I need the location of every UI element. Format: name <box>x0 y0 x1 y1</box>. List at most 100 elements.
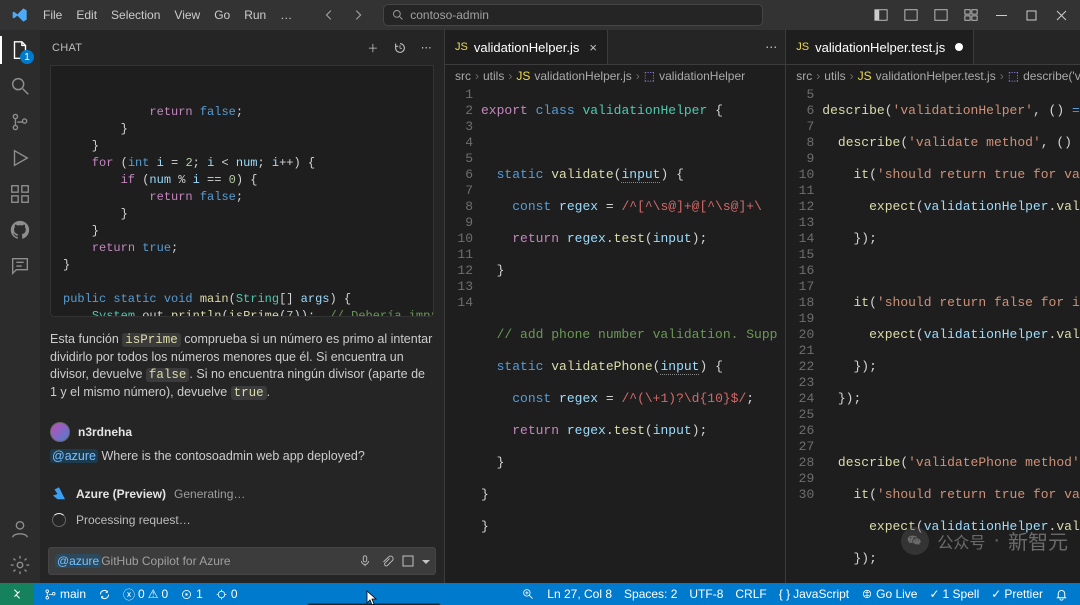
chat-header: CHAT ＋ ⋯ <box>40 30 444 65</box>
processing-row: Processing request… <box>52 513 434 527</box>
tabs-2: JS validationHelper.test.js ⋯ <box>786 30 1080 65</box>
status-zoom[interactable] <box>516 588 541 601</box>
chat-panel: CHAT ＋ ⋯ return false; } } for (int i = … <box>40 30 445 583</box>
nav-arrows <box>323 8 365 22</box>
tab-label: validationHelper.js <box>474 40 580 55</box>
watermark: 公众号 · 新智元 <box>901 526 1068 555</box>
input-placeholder: GitHub Copilot for Azure <box>101 554 230 568</box>
chat-more-icon[interactable]: ⋯ <box>421 41 432 54</box>
badge-files: 1 <box>20 50 34 64</box>
status-language[interactable]: { } JavaScript <box>773 587 855 601</box>
menu-edit[interactable]: Edit <box>69 0 104 30</box>
breadcrumb-2[interactable]: src› utils› JSvalidationHelper.test.js› … <box>786 65 1080 87</box>
explorer-icon[interactable]: 1 <box>0 32 40 68</box>
menu-file[interactable]: File <box>36 0 69 30</box>
remote-indicator[interactable] <box>0 583 34 605</box>
status-sync[interactable] <box>92 588 117 601</box>
status-golive[interactable]: Go Live <box>855 587 923 601</box>
status-bar: main ⓧ0⚠0 1 0 Ln 27, Col 8 Spaces: 2 UTF… <box>0 583 1080 605</box>
agent-header: Azure (Preview) Generating… <box>50 485 434 503</box>
layout-custom-icon[interactable] <box>956 0 986 30</box>
extensions-icon[interactable] <box>0 176 40 212</box>
watermark-label: 公众号 <box>937 529 985 553</box>
status-ports[interactable]: 1 <box>174 587 209 601</box>
js-file-icon: JS <box>455 41 468 53</box>
azure-icon <box>50 485 68 503</box>
app-menu: File Edit Selection View Go Run … <box>36 0 299 30</box>
tab-label: validationHelper.test.js <box>815 40 945 55</box>
search-activity-icon[interactable] <box>0 68 40 104</box>
menu-more[interactable]: … <box>273 0 299 30</box>
menu-selection[interactable]: Selection <box>104 0 167 30</box>
layout-right-icon[interactable] <box>926 0 956 30</box>
close-icon[interactable] <box>1046 0 1076 30</box>
status-encoding[interactable]: UTF-8 <box>683 587 729 601</box>
settings-gear-icon[interactable] <box>0 547 40 583</box>
agent-name: Azure (Preview) <box>76 487 166 501</box>
window-controls <box>986 0 1076 30</box>
maximize-icon[interactable] <box>1016 0 1046 30</box>
tab-more-icon[interactable]: ⋯ <box>765 40 777 54</box>
user-message: @azure Where is the contosoadmin web app… <box>50 448 434 465</box>
vscode-logo <box>12 7 28 23</box>
status-spaces[interactable]: Spaces: 2 <box>618 587 683 601</box>
status-debug[interactable]: 0 <box>209 587 244 601</box>
code-area-2[interactable]: 5678910111213141516171819202122232425262… <box>786 87 1080 583</box>
status-prettier[interactable]: ✓Prettier <box>985 587 1049 601</box>
activity-bar: 1 <box>0 30 40 583</box>
stop-icon[interactable] <box>402 555 414 567</box>
tab-close-icon[interactable]: × <box>589 40 597 55</box>
history-icon[interactable] <box>393 41 407 55</box>
user-name: n3rdneha <box>78 425 132 439</box>
github-icon[interactable] <box>0 212 40 248</box>
js-file-icon: JS <box>796 41 809 53</box>
nav-forward-icon[interactable] <box>351 8 365 22</box>
status-bell-icon[interactable] <box>1049 588 1074 601</box>
status-eol[interactable]: CRLF <box>729 587 772 601</box>
layout-bottom-icon[interactable] <box>896 0 926 30</box>
status-problems[interactable]: ⓧ0⚠0 <box>117 586 174 603</box>
spinner-icon <box>52 513 66 527</box>
layout-controls <box>866 0 986 30</box>
account-icon[interactable] <box>0 511 40 547</box>
code-area-1[interactable]: 1234567891011121314 export class validat… <box>445 87 785 583</box>
command-center[interactable]: contoso-admin <box>383 4 763 26</box>
mic-icon[interactable] <box>358 554 372 568</box>
layout-panel-icon[interactable] <box>866 0 896 30</box>
input-mention: @azure <box>55 554 101 568</box>
status-cursor[interactable]: Ln 27, Col 8 <box>541 587 618 601</box>
tabs-1: JS validationHelper.js × ⋯ <box>445 30 785 65</box>
wechat-icon <box>901 527 929 555</box>
user-avatar <box>50 422 70 442</box>
agent-status: Generating… <box>174 487 245 501</box>
chat-title: CHAT <box>52 42 353 54</box>
menu-run[interactable]: Run <box>237 0 273 30</box>
breadcrumb-1[interactable]: src› utils› JSvalidationHelper.js› ⬚vali… <box>445 65 785 87</box>
chat-icon[interactable] <box>0 248 40 284</box>
user-message-header: n3rdneha <box>50 422 434 442</box>
status-spell[interactable]: ✓1 Spell <box>923 587 985 601</box>
chat-input[interactable]: @azure GitHub Copilot for Azure <box>48 547 436 575</box>
watermark-sep: · <box>993 529 1000 552</box>
editor-pane-1: JS validationHelper.js × ⋯ src› utils› J… <box>445 30 786 583</box>
title-bar: File Edit Selection View Go Run … contos… <box>0 0 1080 30</box>
run-debug-icon[interactable] <box>0 140 40 176</box>
user-mention: @azure <box>50 449 98 463</box>
attach-icon[interactable] <box>380 554 394 568</box>
editor-pane-2: JS validationHelper.test.js ⋯ src› utils… <box>786 30 1080 583</box>
tab-validationhelper[interactable]: JS validationHelper.js × <box>445 30 608 64</box>
status-branch[interactable]: main <box>38 587 92 601</box>
search-text: contoso-admin <box>410 8 489 22</box>
nav-back-icon[interactable] <box>323 8 337 22</box>
menu-go[interactable]: Go <box>207 0 237 30</box>
menu-view[interactable]: View <box>167 0 207 30</box>
dirty-dot-icon <box>955 43 963 51</box>
editor-group: JS validationHelper.js × ⋯ src› utils› J… <box>445 30 1080 583</box>
processing-text: Processing request… <box>76 513 191 527</box>
tab-validationhelper-test[interactable]: JS validationHelper.test.js <box>786 30 974 64</box>
new-chat-icon[interactable]: ＋ <box>367 40 378 56</box>
send-dropdown-icon[interactable] <box>422 558 429 565</box>
minimize-icon[interactable] <box>986 0 1016 30</box>
source-control-icon[interactable] <box>0 104 40 140</box>
explanation-text: Esta función isPrime comprueba si un núm… <box>50 331 434 402</box>
